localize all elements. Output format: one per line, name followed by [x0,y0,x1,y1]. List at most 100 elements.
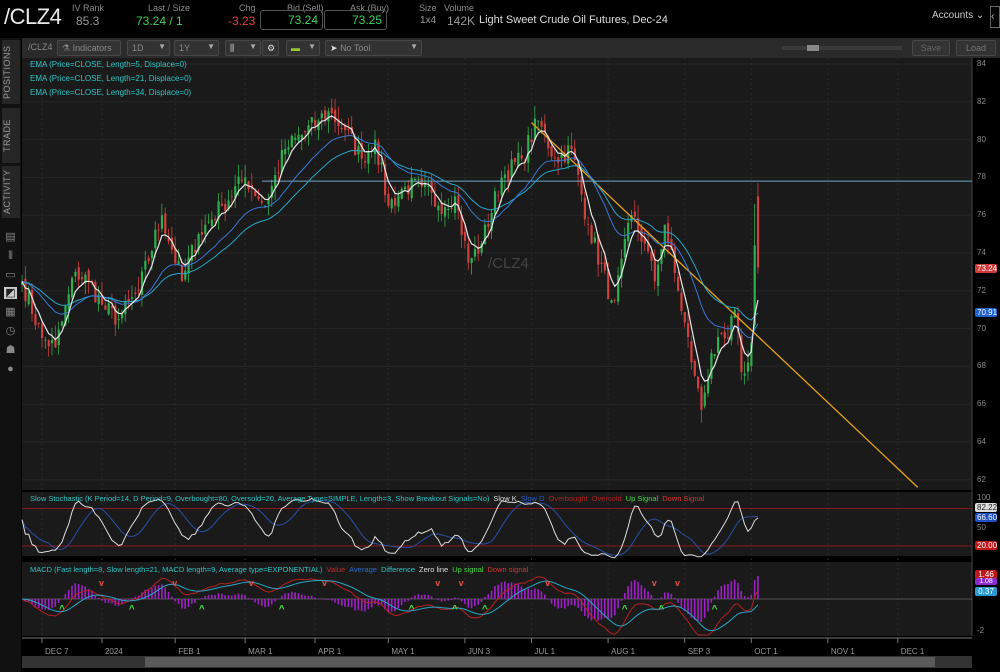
candle-body [717,337,719,353]
candle-body [311,117,313,122]
candle-body [567,145,569,163]
candle-body [527,135,529,163]
legend-up-signal: Up signal [452,565,483,574]
candle-body [501,177,503,195]
candle-body [417,179,419,180]
candle-body [334,110,336,122]
price-axis-label: 84 [977,59,986,68]
candle-body [221,204,223,206]
candle-body [51,340,53,343]
candle-body [231,196,233,197]
legend-value: Value [327,565,346,574]
candle-body [467,244,469,263]
macd-diff-tag: 0.37 [975,587,997,596]
candle-body [151,251,153,258]
candle-body [757,196,759,267]
candle-body [511,159,513,177]
candle-body [704,393,706,407]
date-axis-label: NOV 1 [831,647,855,656]
stochastic-legend[interactable]: Slow Stochastic (K Period=14, D Period=9… [30,494,708,503]
candle-body [204,225,206,234]
price-axis-label: 80 [977,135,986,144]
date-axis-label: AUG 1 [611,647,635,656]
candle-body [451,208,453,209]
candle-body [464,232,466,241]
candle-body [324,110,326,119]
candle-body [394,198,396,206]
candle-body [401,189,403,199]
candle-body [570,146,572,149]
ema21-legend[interactable]: EMA (Price=CLOSE, Length=21, Displace=0) [30,74,191,83]
candle-body [680,293,682,311]
legend-overbought: Overbought [548,494,587,503]
down-signal-arrow: v [322,578,327,588]
candle-body [587,224,589,225]
candle-body [654,258,656,281]
price-axis-label: 78 [977,172,986,181]
ema5-legend[interactable]: EMA (Price=CLOSE, Length=5, Displace=0) [30,60,187,69]
price-axis-label: 66 [977,399,986,408]
candle-body [714,354,716,356]
candle-body [144,261,146,270]
price-axis-label: 72 [977,286,986,295]
down-signal-arrow: v [652,578,657,588]
candle-body [690,341,692,362]
candle-body [421,178,423,187]
candle-body [321,113,323,118]
candle-body [600,263,602,264]
candle-body [341,128,343,129]
candle-body [331,108,333,113]
candle-body [437,206,439,211]
price-axis-label: 64 [977,437,986,446]
candle-body [347,129,349,130]
scrollbar-thumb[interactable] [145,657,935,667]
candle-body [744,374,746,376]
candle-body [590,225,592,243]
date-axis-label: DEC 1 [901,647,925,656]
candle-body [550,146,552,157]
candle-body [604,262,606,270]
candle-body [121,314,123,318]
candle-body [414,179,416,180]
legend-slow-d: Slow D [521,494,545,503]
candle-body [700,387,702,410]
candle-body [327,111,329,121]
candle-body [624,239,626,257]
candle-body [697,377,699,388]
price-axis-label: 74 [977,248,986,257]
candle-body [610,300,612,302]
ema34-legend[interactable]: EMA (Price=CLOSE, Length=34, Displace=0) [30,88,191,97]
oversold-tag: 20.00 [975,541,997,550]
candle-body [434,195,436,207]
price-axis-label: 70 [977,324,986,333]
up-signal-arrow: ^ [622,604,628,615]
last-price-tag: 73.24 [975,264,997,273]
candle-body [447,209,449,210]
legend-oversold: Oversold [592,494,622,503]
candle-body [521,155,523,158]
candle-body [474,249,476,256]
macd-title: MACD (Fast length=8, Slow length=21, MAC… [30,565,323,574]
candle-body [537,121,539,122]
candle-body [214,219,216,220]
up-signal-arrow: ^ [409,604,415,615]
candle-body [34,314,36,325]
candle-body [294,138,296,140]
up-signal-arrow: ^ [482,604,488,615]
candle-body [710,353,712,379]
macd-legend[interactable]: MACD (Fast length=8, Slow length=21, MAC… [30,565,532,574]
candle-body [48,340,50,346]
candle-body [237,177,239,184]
candle-body [471,258,473,263]
stoch-axis-100: 100 [977,493,990,502]
legend-average: Average [349,565,377,574]
candle-body [747,363,749,372]
candle-body [297,135,299,141]
legend-down-signal: Down Signal [662,494,704,503]
candle-body [28,292,30,305]
candle-body [367,151,369,164]
candle-body [301,135,303,140]
candle-body [381,162,383,164]
candle-body [71,278,73,297]
up-signal-arrow: ^ [129,604,135,615]
